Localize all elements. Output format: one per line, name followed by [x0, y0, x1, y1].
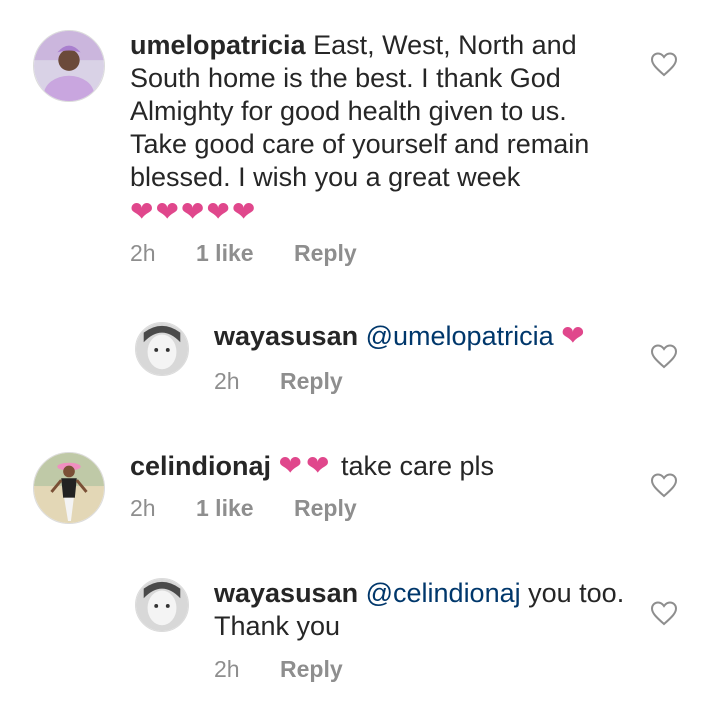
comment-time: 2h — [214, 656, 240, 682]
heart-outline-icon — [650, 601, 678, 626]
comment-meta: 2h Reply — [214, 368, 414, 394]
reply-button[interactable]: Reply — [280, 368, 343, 394]
heart-outline-icon — [650, 473, 678, 498]
comment-body: wayasusan @umelopatricia ❤ — [214, 320, 634, 353]
reply-button[interactable]: Reply — [280, 656, 343, 682]
like-button[interactable] — [650, 343, 678, 369]
comment-time: 2h — [214, 368, 240, 394]
emoji-hearts: ❤❤❤❤❤ — [130, 196, 630, 229]
mention-link[interactable]: @celindionaj — [366, 578, 521, 608]
comment-username[interactable]: wayasusan — [214, 578, 358, 608]
heart-emoji: ❤❤❤❤❤ — [130, 196, 258, 227]
reply-button[interactable]: Reply — [294, 240, 357, 266]
comment-text: take care pls — [340, 451, 495, 481]
heart-emoji: ❤❤ — [278, 450, 334, 481]
comment-meta: 2h 1 like Reply — [130, 240, 430, 266]
reply-button[interactable]: Reply — [294, 495, 357, 521]
avatar[interactable] — [135, 322, 189, 376]
comment-meta: 2h Reply — [214, 656, 414, 682]
avatar[interactable] — [33, 30, 105, 102]
comment-time: 2h — [130, 495, 156, 521]
comment-username[interactable]: celindionaj — [130, 451, 271, 481]
avatar[interactable] — [135, 578, 189, 632]
heart-outline-icon — [650, 52, 678, 77]
comment-time: 2h — [130, 240, 156, 266]
comment-meta: 2h 1 like Reply — [130, 495, 430, 521]
heart-emoji: ❤ — [561, 320, 585, 351]
likes-count[interactable]: 1 like — [196, 495, 254, 521]
heart-outline-icon — [650, 344, 678, 369]
mention-link[interactable]: @umelopatricia — [366, 321, 554, 351]
comment-username[interactable]: wayasusan — [214, 321, 358, 351]
comment-body: umelopatricia East, West, North and Sout… — [130, 29, 630, 229]
comment-body: wayasusan @celindionaj you too. Thank yo… — [214, 577, 634, 643]
comment-username[interactable]: umelopatricia — [130, 30, 306, 60]
like-button[interactable] — [650, 600, 678, 626]
avatar[interactable] — [33, 452, 105, 524]
comment-body: celindionaj ❤❤ take care pls — [130, 450, 630, 483]
likes-count[interactable]: 1 like — [196, 240, 254, 266]
like-button[interactable] — [650, 472, 678, 498]
like-button[interactable] — [650, 51, 678, 77]
